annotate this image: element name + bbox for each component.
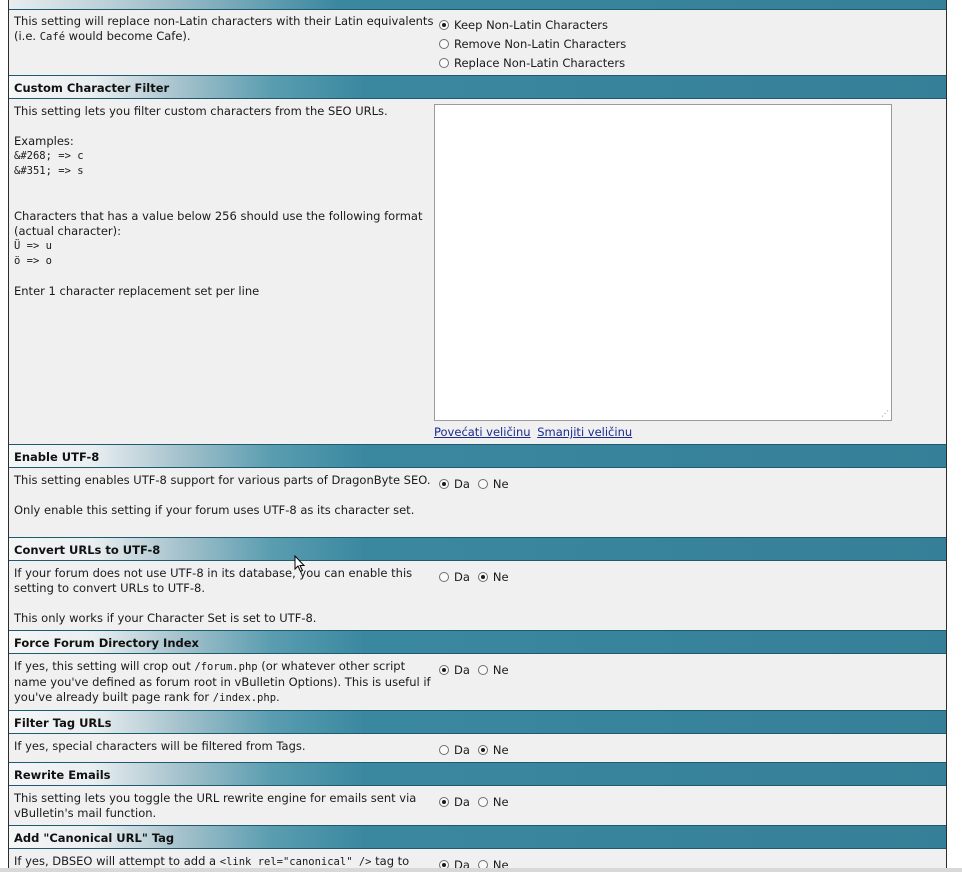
custom-filter-description: This setting lets you filter custom char…: [14, 104, 434, 299]
settings-panel: This setting will replace non-Latin char…: [8, 0, 947, 872]
radio-filter-tags-no[interactable]: Ne: [477, 740, 509, 759]
section-header-force-index: Force Forum Directory Index: [9, 630, 946, 654]
radio-keep-non-latin[interactable]: Keep Non-Latin Characters: [439, 15, 626, 34]
section-header-rewrite-emails: Rewrite Emails: [9, 762, 946, 786]
taskbar-edge: [0, 868, 962, 872]
radio-rewrite-emails-yes[interactable]: Da: [439, 792, 470, 811]
section-header-canonical: Add "Canonical URL" Tag: [9, 825, 946, 849]
radio-force-index-no[interactable]: Ne: [477, 660, 509, 679]
code-sample: /index.php: [212, 692, 277, 704]
radio-checked-icon[interactable]: [477, 744, 488, 755]
radio-checked-icon[interactable]: [439, 478, 449, 489]
code-sample: ö => o: [14, 255, 52, 267]
code-sample: Ü => u: [14, 240, 52, 252]
filter-tags-options: Da Ne: [439, 740, 517, 759]
code-sample: &#268; => c: [14, 150, 84, 162]
utf8-options: Da Ne: [439, 474, 517, 493]
utf8-description: This setting enables UTF-8 support for v…: [14, 473, 431, 517]
non-latin-description: This setting will replace non-Latin char…: [14, 14, 434, 43]
code-sample: /forum.php: [194, 661, 258, 673]
force-index-description: If yes, this setting will crop out /foru…: [14, 659, 431, 704]
filter-tags-description: If yes, special characters will be filte…: [14, 739, 306, 753]
radio-checked-icon[interactable]: [477, 571, 488, 582]
section-header-custom-filter: Custom Character Filter: [9, 75, 946, 99]
shrink-textarea-link[interactable]: Smanjiti veličinu: [537, 425, 632, 439]
radio-utf8-no[interactable]: Ne: [477, 474, 509, 493]
section-header-utf8: Enable UTF-8: [9, 444, 946, 468]
radio-remove-non-latin[interactable]: Remove Non-Latin Characters: [439, 34, 626, 53]
force-index-options: Da Ne: [439, 660, 517, 679]
radio-checked-icon[interactable]: [439, 664, 449, 675]
radio-checked-icon[interactable]: [439, 796, 449, 807]
radio-utf8-yes[interactable]: Da: [439, 474, 470, 493]
radio-replace-non-latin[interactable]: Replace Non-Latin Characters: [439, 53, 626, 72]
code-sample: Café: [39, 31, 66, 43]
radio-convert-utf8-yes[interactable]: Da: [439, 567, 470, 586]
radio-checked-icon[interactable]: [439, 19, 449, 30]
section-header-convert-utf8: Convert URLs to UTF-8: [9, 537, 946, 561]
custom-filter-textarea[interactable]: ⋰: [434, 104, 892, 421]
radio-unchecked-icon[interactable]: [439, 571, 449, 582]
radio-force-index-yes[interactable]: Da: [439, 660, 470, 679]
convert-utf8-options: Da Ne: [439, 567, 517, 586]
radio-unchecked-icon[interactable]: [439, 38, 449, 49]
section-header-partial: [9, 0, 946, 10]
code-sample: &#351; => s: [14, 165, 84, 177]
non-latin-options: Keep Non-Latin Characters Remove Non-Lat…: [439, 15, 626, 72]
rewrite-emails-description: This setting lets you toggle the URL rew…: [14, 791, 417, 820]
radio-filter-tags-yes[interactable]: Da: [439, 740, 470, 759]
code-sample: <link rel="canonical" />: [219, 856, 372, 868]
window-edge: [946, 0, 962, 872]
radio-unchecked-icon[interactable]: [439, 744, 449, 755]
enlarge-textarea-link[interactable]: Povećati veličinu: [434, 425, 531, 439]
rewrite-emails-options: Da Ne: [439, 792, 517, 811]
radio-rewrite-emails-no[interactable]: Ne: [477, 792, 509, 811]
radio-convert-utf8-no[interactable]: Ne: [477, 567, 509, 586]
radio-unchecked-icon[interactable]: [439, 57, 449, 68]
mouse-cursor-icon: [294, 555, 306, 573]
resize-grip-icon[interactable]: ⋰: [881, 410, 889, 418]
section-header-filter-tags: Filter Tag URLs: [9, 710, 946, 734]
convert-utf8-description: If your forum does not use UTF-8 in its …: [14, 566, 413, 625]
radio-unchecked-icon[interactable]: [477, 664, 488, 675]
radio-unchecked-icon[interactable]: [477, 796, 488, 807]
textarea-resize-links: Povećati veličinu Smanjiti veličinu: [434, 425, 635, 439]
radio-unchecked-icon[interactable]: [477, 478, 488, 489]
